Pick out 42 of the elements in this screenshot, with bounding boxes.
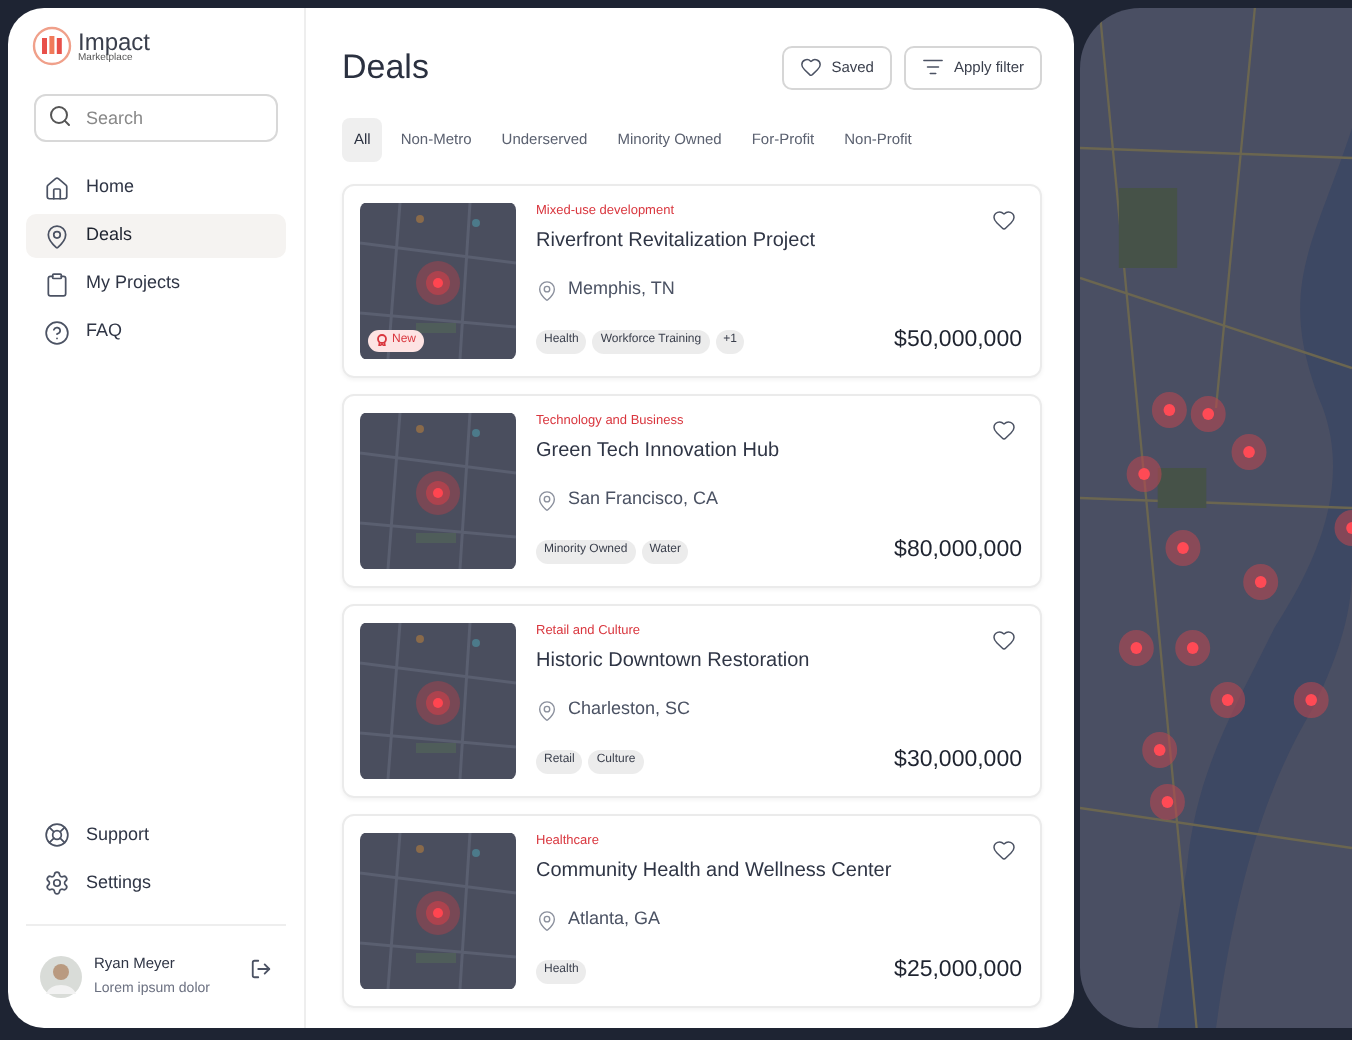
deal-amount: $25,000,000	[894, 956, 1022, 987]
map-pin-icon	[44, 223, 70, 249]
map-pin-icon	[536, 489, 558, 511]
map-pin-icon	[536, 699, 558, 721]
heart-icon[interactable]	[992, 417, 1016, 441]
avatar	[40, 955, 82, 998]
lifebuoy-icon	[44, 821, 70, 848]
search-icon	[48, 104, 72, 128]
deal-location: Memphis, TN	[568, 276, 675, 303]
home-icon	[44, 175, 70, 201]
deal-location: Atlanta, GA	[568, 906, 661, 933]
deal-location: San Francisco, CA	[568, 486, 719, 513]
search-field[interactable]: Search	[34, 94, 278, 142]
deal-title: Green Tech Innovation Hub	[536, 438, 782, 467]
nav-item[interactable]: My Projects	[26, 262, 286, 306]
badge-icon	[376, 334, 388, 346]
help-icon	[44, 319, 70, 345]
heart-icon[interactable]	[992, 837, 1016, 861]
deal-amount: $50,000,000	[894, 326, 1022, 357]
settings-icon	[44, 869, 70, 896]
heart-icon	[799, 56, 822, 79]
nav-item[interactable]: Support	[26, 812, 286, 857]
nav-item[interactable]: Settings	[26, 860, 286, 905]
logo-icon	[32, 26, 72, 66]
nav-item[interactable]: Home	[26, 166, 286, 210]
deal-amount: $30,000,000	[894, 746, 1022, 777]
heart-icon[interactable]	[992, 207, 1016, 231]
clipboard-icon	[44, 271, 70, 297]
heart-icon[interactable]	[992, 627, 1016, 651]
deal-location: Charleston, SC	[568, 696, 691, 723]
nav-item[interactable]: FAQ	[26, 310, 286, 354]
map-pin-icon	[536, 279, 558, 301]
brand-name: Impact	[78, 29, 151, 53]
logout-icon[interactable]	[250, 957, 272, 980]
deal-title: Riverfront Revitalization Project	[536, 228, 817, 257]
deal-amount: $80,000,000	[894, 536, 1022, 567]
page-title: Deals	[342, 46, 431, 90]
filter-icon	[921, 56, 944, 79]
map-pin-icon	[536, 909, 558, 931]
deal-title: Community Health and Wellness Center	[536, 858, 894, 887]
deal-title: Historic Downtown Restoration	[536, 648, 812, 677]
nav-item[interactable]: Deals	[26, 214, 286, 258]
